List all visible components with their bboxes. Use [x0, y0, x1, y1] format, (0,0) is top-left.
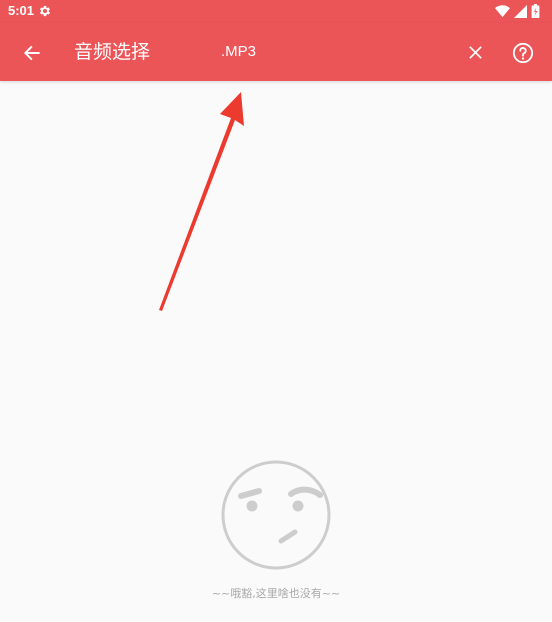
- close-button[interactable]: [462, 39, 488, 65]
- signal-icon: [514, 4, 527, 18]
- wifi-icon: [495, 4, 510, 17]
- close-icon: [468, 45, 482, 59]
- gear-icon: [39, 5, 51, 17]
- status-bar: 5:01: [0, 0, 552, 23]
- help-button[interactable]: [509, 39, 537, 67]
- page-title: 音频选择: [74, 41, 151, 63]
- extension-filter-label[interactable]: .MP3: [221, 42, 256, 62]
- status-time: 5:01: [8, 3, 35, 18]
- back-button[interactable]: [17, 38, 47, 68]
- battery-icon: [531, 4, 540, 18]
- back-arrow-icon: [23, 45, 40, 61]
- status-icons: [495, 3, 540, 19]
- app-bar: 音频选择 .MP3: [0, 23, 552, 81]
- confused-face-icon: [221, 460, 331, 570]
- help-icon: [512, 42, 534, 64]
- empty-state-message: ~~哦豁,这里啥也没有~~: [211, 587, 341, 600]
